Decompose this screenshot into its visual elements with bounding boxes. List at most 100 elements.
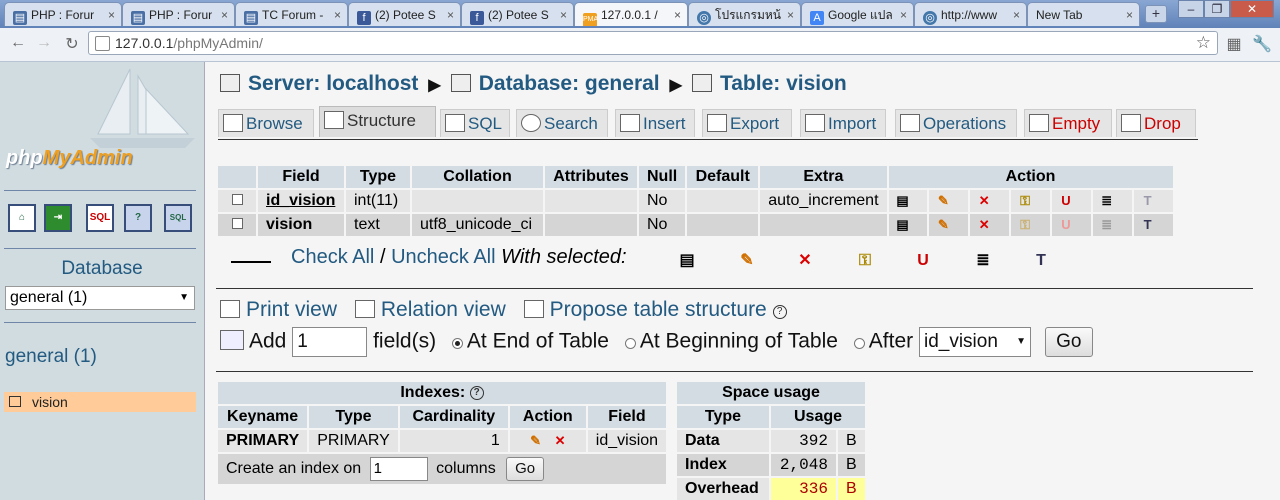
field-collation [412,190,543,212]
create-index-go-button[interactable]: Go [506,457,545,481]
browser-tab[interactable]: ▤ PHP : Forur × [122,2,235,26]
sql-docs-icon[interactable]: SQL [164,204,192,232]
tab-structure[interactable]: Structure [319,106,436,137]
edit-pencil-icon[interactable]: ✎ [933,216,953,234]
table-row: Data 392 B [677,430,865,452]
divider [4,190,196,191]
help-icon[interactable]: ? [772,305,787,319]
close-icon[interactable]: × [674,3,681,26]
tab-empty[interactable]: Empty [1024,109,1112,137]
browser-tab[interactable]: ▤ TC Forum - × [235,2,348,26]
reload-icon[interactable]: ↻ [62,34,82,54]
close-icon[interactable]: × [334,3,341,26]
browse-distinct-icon[interactable]: ▤ [675,250,699,272]
forward-icon[interactable]: → [34,34,54,52]
close-window-icon[interactable]: ✕ [1230,0,1274,18]
close-icon[interactable]: × [1013,3,1020,26]
close-icon[interactable]: × [787,3,794,26]
sidebar-item-vision[interactable]: vision [4,392,196,412]
delete-x-icon[interactable]: ✕ [974,192,994,210]
page-menu-icon[interactable]: ▦ [1224,34,1244,54]
breadcrumb-server[interactable]: Server: localhost [248,72,418,95]
browser-tab[interactable]: ◎ โปรแกรมหน้ × [688,2,801,26]
tab-search[interactable]: Search [516,109,608,137]
tab-drop[interactable]: Drop [1116,109,1196,137]
close-icon[interactable]: × [108,3,115,26]
server-icon [220,74,240,92]
after-field-select[interactable]: id_vision ▼ [918,327,1031,357]
sql-query-icon[interactable]: SQL [86,204,114,232]
fulltext-icon[interactable]: T [1029,250,1053,272]
relation-view-link[interactable]: Relation view [381,298,506,321]
breadcrumb-table[interactable]: Table: vision [720,72,847,95]
tab-export[interactable]: Export [702,109,792,137]
facebook-icon: f [357,11,371,25]
print-view-link[interactable]: Print view [246,298,337,321]
index-icon[interactable]: ≣ [971,250,995,272]
database-link[interactable]: general (1) [5,346,97,368]
tab-insert[interactable]: Insert [615,109,695,137]
back-icon[interactable]: ← [8,34,28,52]
edit-pencil-icon[interactable]: ✎ [933,192,953,210]
delete-x-icon[interactable]: ✕ [793,250,817,272]
close-icon[interactable]: × [447,3,454,26]
radio-at-end[interactable] [451,337,463,349]
browser-tab-active[interactable]: PMA 127.0.0.1 /× [574,2,688,26]
restore-icon[interactable]: ❐ [1204,0,1230,18]
row-checkbox[interactable] [231,218,243,229]
column-header: Collation [412,166,543,188]
tab-import[interactable]: Import [800,109,886,137]
fulltext-icon[interactable]: T [1138,192,1158,210]
browse-distinct-icon[interactable]: ▤ [893,216,913,234]
delete-x-icon[interactable]: ✕ [974,216,994,234]
browser-tab[interactable]: A Google แปล × [801,2,914,26]
browser-tab[interactable]: ▤ PHP : Forur × [4,2,122,26]
close-icon[interactable]: × [221,3,228,26]
unique-icon[interactable]: U [911,250,935,272]
relation-icon [354,300,375,318]
uncheck-all-link[interactable]: Uncheck All [391,246,496,268]
field-attributes [545,190,637,212]
primary-key-icon[interactable]: ⚿ [1015,192,1035,210]
tab-operations[interactable]: Operations [895,109,1017,137]
browser-tab[interactable]: f (2) Potee S × [348,2,461,26]
exit-icon[interactable]: ⇥ [44,204,72,232]
primary-key-icon[interactable]: ⚿ [853,250,877,272]
delete-x-icon[interactable]: ✕ [550,432,570,450]
propose-structure-link[interactable]: Propose table structure [550,298,767,321]
radio-at-beginning[interactable] [624,337,636,349]
unique-icon[interactable]: U [1056,192,1076,210]
field-count-input[interactable]: 1 [292,327,368,357]
database-select[interactable]: general (1) ▼ [5,286,195,310]
row-checkbox[interactable] [231,194,243,205]
browser-tab[interactable]: New Tab × [1027,2,1140,26]
browse-distinct-icon[interactable]: ▤ [893,192,913,210]
check-all-link[interactable]: Check All [291,246,374,268]
index-icon[interactable]: ≣ [1097,192,1117,210]
edit-pencil-icon[interactable]: ✎ [526,432,546,450]
bookmark-star-icon[interactable]: ☆ [1196,32,1211,54]
index-columns-input[interactable]: 1 [369,457,428,481]
tab-browse[interactable]: Browse [218,109,314,137]
close-icon[interactable]: × [900,3,907,26]
close-icon[interactable]: × [560,3,567,26]
home-icon[interactable]: ⌂ [8,204,36,232]
google-translate-icon: A [810,11,824,25]
wrench-icon[interactable]: 🔧 [1252,34,1272,54]
breadcrumb-database[interactable]: Database: general [479,72,660,95]
close-icon[interactable]: × [1126,3,1133,26]
help-icon[interactable]: ? [469,386,484,400]
tab-sql[interactable]: SQL [440,109,510,137]
export-icon [707,114,727,132]
edit-pencil-icon[interactable]: ✎ [735,250,759,272]
minimize-icon[interactable]: – [1178,0,1204,18]
radio-after[interactable] [853,337,865,349]
go-button[interactable]: Go [1044,327,1093,357]
new-tab-button[interactable]: + [1145,5,1167,23]
help-icon[interactable]: ? [124,204,152,232]
phpmyadmin-logo[interactable]: phpMyAdmin [6,147,133,170]
address-bar[interactable]: 127.0.0.1/phpMyAdmin/ ☆ [88,31,1218,55]
fulltext-icon[interactable]: T [1138,216,1158,234]
browser-tab[interactable]: f (2) Potee S × [461,2,574,26]
browser-tab[interactable]: ◎ http://www × [914,2,1027,26]
